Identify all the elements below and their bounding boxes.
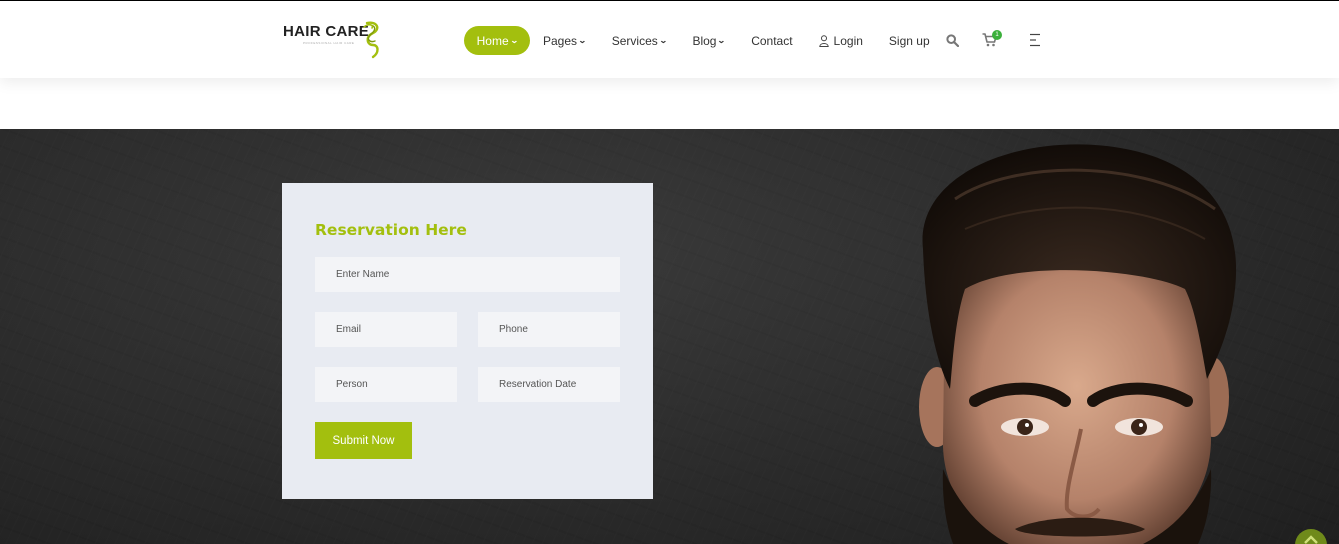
nav-item-label: Pages [543, 33, 578, 48]
nav-item-label: Home [476, 33, 509, 48]
hero-section [0, 129, 1339, 544]
nav-item-label: Services [611, 33, 658, 48]
nav-item-label: Login [833, 33, 863, 48]
nav-item-home[interactable]: Home ⌄ [464, 26, 530, 55]
nav-item-pages[interactable]: Pages ⌄ [543, 26, 587, 55]
date-placeholder: Reservation Date [499, 379, 577, 390]
site-header: HAIR CARE PROFESSIONAL HAIR CARE Home ⌄ … [0, 1, 1339, 78]
menu-icon[interactable] [1030, 33, 1042, 47]
cart-count-badge: 1 [992, 30, 1002, 40]
nav-item-login[interactable]: Login [818, 26, 863, 55]
chevron-down-icon: ⌄ [717, 36, 727, 45]
nav-item-contact[interactable]: Contact [751, 26, 792, 55]
hair-swirl-icon [363, 21, 379, 59]
bearded-man-portrait [919, 144, 1237, 544]
cart-button[interactable]: 1 [982, 30, 1006, 50]
logo-tagline: PROFESSIONAL HAIR CARE [303, 41, 355, 45]
logo[interactable]: HAIR CARE PROFESSIONAL HAIR CARE [283, 19, 383, 59]
nav-item-blog[interactable]: Blog ⌄ [692, 26, 727, 55]
reservation-date-field[interactable]: Reservation Date [478, 367, 620, 402]
phone-field[interactable]: Phone [478, 312, 620, 347]
reservation-title: Reservation Here [315, 221, 467, 239]
name-placeholder: Enter Name [336, 269, 390, 280]
nav-item-label: Contact [751, 33, 793, 48]
nav-item-label: Sign up [888, 33, 930, 48]
chevron-up-icon [1304, 535, 1318, 544]
phone-placeholder: Phone [499, 324, 528, 335]
name-field[interactable]: Enter Name [315, 257, 620, 292]
nav-item-signup[interactable]: Sign up [889, 26, 930, 55]
person-field[interactable]: Person [315, 367, 457, 402]
email-placeholder: Email [336, 324, 362, 335]
email-field[interactable]: Email [315, 312, 457, 347]
logo-text: HAIR CARE [283, 23, 370, 40]
chevron-down-icon: ⌄ [658, 36, 668, 45]
reservation-form: Reservation Here Enter Name Email Phone … [282, 183, 653, 499]
chevron-down-icon: ⌄ [509, 36, 519, 45]
user-icon [818, 34, 829, 47]
person-placeholder: Person [336, 379, 368, 390]
search-icon[interactable] [946, 34, 959, 47]
nav-item-label: Blog [692, 33, 717, 48]
submit-button[interactable]: Submit Now [315, 422, 412, 459]
chevron-down-icon: ⌄ [578, 36, 587, 45]
nav-item-services[interactable]: Services ⌄ [611, 26, 668, 55]
main-nav: Home ⌄ Pages ⌄ Services ⌄ Blog ⌄ Contact… [464, 26, 930, 55]
